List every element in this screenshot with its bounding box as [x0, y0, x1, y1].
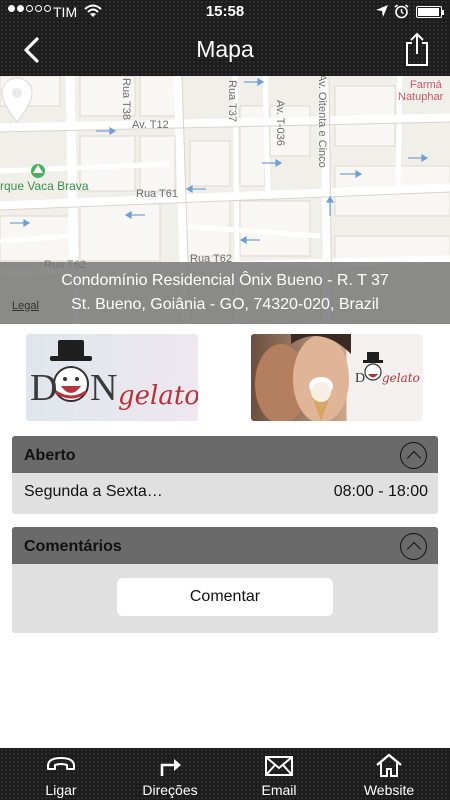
tab-website[interactable]: Website [339, 748, 439, 800]
comments-card-title: Comentários [24, 538, 122, 555]
status-bar: TIM 15:58 [0, 0, 450, 24]
share-icon[interactable] [402, 32, 432, 68]
svg-text:D: D [355, 371, 365, 386]
dongelato-logo-banner[interactable]: D N gelato [26, 334, 198, 421]
street-label: Rua T61 [136, 188, 178, 200]
tab-label: Ligar [45, 782, 77, 798]
address-line2: St. Bueno, Goiânia - GO, 74320-020, Braz… [71, 296, 379, 313]
comment-button[interactable]: Comentar [117, 578, 333, 616]
street-label: Rua T37 [226, 80, 238, 122]
tab-label: Website [363, 782, 415, 798]
ice-cream-photo: D gelato [255, 334, 420, 421]
alarm-icon [394, 4, 409, 19]
home-icon [376, 753, 402, 777]
hours-card-title: Aberto [24, 447, 76, 464]
hours-time: 08:00 - 18:00 [333, 483, 428, 500]
pharmacy-label-line2: Natuphar [398, 91, 444, 103]
tab-bar: Ligar Direções Email Website [0, 748, 450, 800]
tab-call[interactable]: Ligar [11, 748, 111, 800]
tab-email[interactable]: Email [229, 748, 329, 800]
logo-letter-n: N [90, 367, 117, 409]
comments-card: Comentários Comentar [12, 527, 438, 633]
email-icon [265, 756, 293, 776]
tab-directions[interactable]: Direções [120, 748, 220, 800]
street-label: Rua T38 [120, 78, 132, 120]
logo-letter-d: D [30, 367, 57, 409]
hours-row: Segunda a Sexta… 08:00 - 18:00 [12, 473, 438, 510]
hours-days: Segunda a Sexta… [24, 483, 163, 500]
tab-label: Direções [142, 782, 198, 798]
collapse-chevron-icon[interactable] [400, 533, 427, 560]
map-pin-icon[interactable] [0, 76, 34, 124]
pharmacy-label-line1: Farmá [410, 79, 442, 91]
legal-link[interactable]: Legal [12, 300, 39, 312]
hours-card: Aberto Segunda a Sexta… 08:00 - 18:00 [12, 436, 438, 514]
header: TIM 15:58 Mapa [0, 0, 450, 76]
map-view[interactable]: Rua T38 Av. T12 Rua T37 Av. T-036 Av. Oi… [0, 76, 450, 324]
logo-gelato: gelato [118, 381, 198, 411]
tab-label: Email [261, 782, 297, 798]
park-label: rque Vaca Brava [0, 179, 89, 193]
address-line1: Condomínio Residencial Ônix Bueno - R. T… [61, 272, 389, 289]
comments-card-header[interactable]: Comentários [12, 527, 438, 564]
street-label: Av. Oitenta e Cinco [316, 76, 328, 168]
dongelato-photo-banner[interactable]: D gelato [251, 334, 423, 421]
screen: TIM 15:58 Mapa Rua T38 Av. T12 Rua T37 A… [0, 0, 450, 800]
location-arrow-icon [376, 5, 388, 17]
battery-icon [416, 6, 444, 18]
collapse-chevron-icon[interactable] [400, 442, 427, 469]
hours-card-header[interactable]: Aberto [12, 436, 438, 473]
dongelato-logo-icon: D N gelato [30, 340, 198, 411]
page-title: Mapa [196, 36, 254, 62]
street-label: Av. T-036 [274, 100, 286, 146]
directions-icon [160, 759, 181, 776]
phone-icon [47, 757, 75, 770]
svg-text:gelato: gelato [382, 371, 420, 385]
address-overlay: Condomínio Residencial Ônix Bueno - R. T… [0, 262, 450, 324]
street-label: Av. T12 [132, 119, 169, 131]
nav-bar: Mapa [0, 24, 450, 76]
